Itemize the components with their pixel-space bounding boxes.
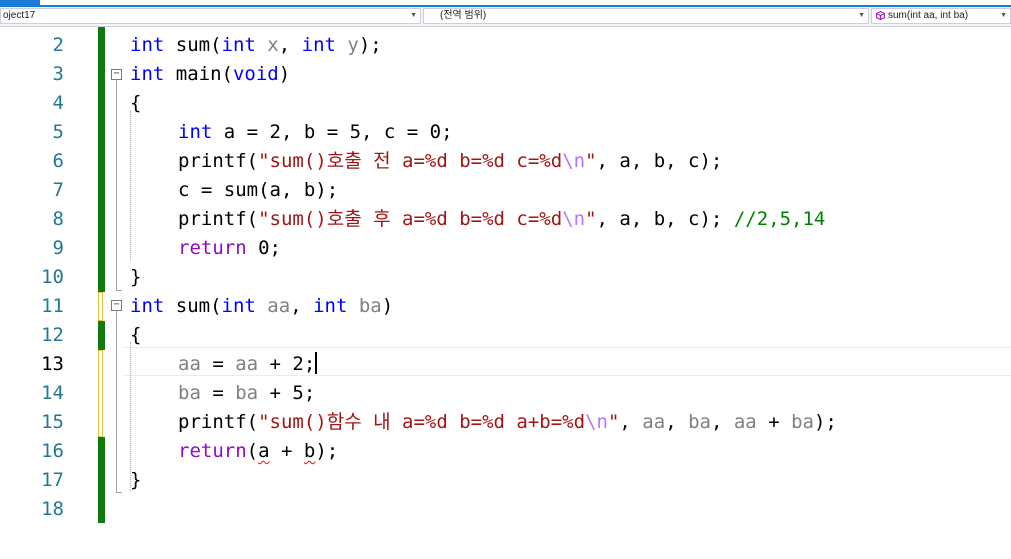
outline-line	[116, 80, 117, 291]
chevron-down-icon: ▼	[410, 12, 417, 19]
member-dropdown[interactable]: sum(int aa, int ba) ▼	[871, 8, 1011, 24]
line-number: 5	[52, 121, 64, 143]
code-line-16: return(a + b);	[178, 440, 339, 462]
outline-end	[116, 492, 122, 493]
code-editor[interactable]: 2 3 4 5 6 7 8 9 10 11 12 13 14 15 16 17 …	[0, 27, 1011, 559]
chevron-down-icon: ▼	[858, 12, 865, 19]
saved-change-bar	[98, 437, 105, 523]
line-number: 14	[41, 382, 64, 404]
code-line-10: }	[130, 266, 142, 288]
unsaved-change-bar	[98, 350, 103, 437]
scope-dropdown[interactable]: (전역 범위) ▼	[423, 8, 869, 24]
chevron-down-icon: ▼	[1000, 12, 1007, 19]
line-number: 6	[52, 150, 64, 172]
line-number: 2	[52, 34, 64, 56]
line-number: 18	[41, 498, 64, 520]
code-line-17: }	[130, 469, 142, 491]
line-number: 10	[41, 266, 64, 288]
text-caret	[315, 352, 318, 374]
document-tab-strip	[0, 0, 1011, 7]
project-dropdown-label: oject17	[3, 10, 36, 21]
line-number: 11	[41, 295, 64, 317]
collapse-main-icon[interactable]: −	[111, 69, 122, 80]
collapse-sum-icon[interactable]: −	[111, 300, 122, 311]
error-squiggle: b	[303, 440, 316, 462]
code-line-9: return 0;	[178, 237, 281, 259]
line-number: 15	[41, 411, 64, 433]
member-dropdown-label: sum(int aa, int ba)	[888, 10, 969, 21]
code-line-12: {	[130, 324, 142, 346]
line-number-current: 13	[41, 353, 64, 375]
unsaved-change-bar	[98, 292, 103, 321]
code-line-4: {	[130, 92, 142, 114]
code-line-14: ba = ba + 5;	[178, 382, 316, 404]
code-line-2: int sum(int x, int y);	[130, 34, 382, 56]
project-dropdown[interactable]: oject17 ▼	[0, 8, 421, 24]
code-line-11: int sum(int aa, int ba)	[130, 295, 394, 317]
line-number: 9	[52, 237, 64, 259]
method-cube-icon	[876, 11, 885, 20]
saved-change-bar	[98, 27, 105, 292]
navigation-bar: oject17 ▼ (전역 범위) ▼ sum(int aa, int ba) …	[0, 7, 1011, 27]
line-number: 12	[41, 324, 64, 346]
line-number: 4	[52, 92, 64, 114]
code-line-5: int a = 2, b = 5, c = 0;	[178, 121, 453, 143]
line-number: 7	[52, 179, 64, 201]
line-number: 16	[41, 440, 64, 462]
code-line-3: int main(void)	[130, 63, 291, 85]
outline-end	[116, 290, 122, 291]
scope-dropdown-label: (전역 범위)	[440, 10, 487, 21]
code-line-15: printf("sum()함수 내 a=%d b=%d a+b=%d\n", a…	[178, 411, 837, 433]
code-line-6: printf("sum()호출 전 a=%d b=%d c=%d\n", a, …	[178, 150, 723, 172]
code-line-13: aa = aa + 2;	[178, 352, 318, 375]
code-line-8: printf("sum()호출 후 a=%d b=%d c=%d\n", a, …	[178, 208, 826, 230]
line-number: 8	[52, 208, 64, 230]
outline-line	[116, 311, 117, 493]
error-squiggle: a	[258, 440, 270, 462]
line-number: 3	[52, 63, 64, 85]
indent-guide	[130, 111, 131, 261]
line-number: 17	[41, 469, 64, 491]
code-line-7: c = sum(a, b);	[178, 179, 339, 201]
saved-change-bar	[98, 321, 105, 350]
